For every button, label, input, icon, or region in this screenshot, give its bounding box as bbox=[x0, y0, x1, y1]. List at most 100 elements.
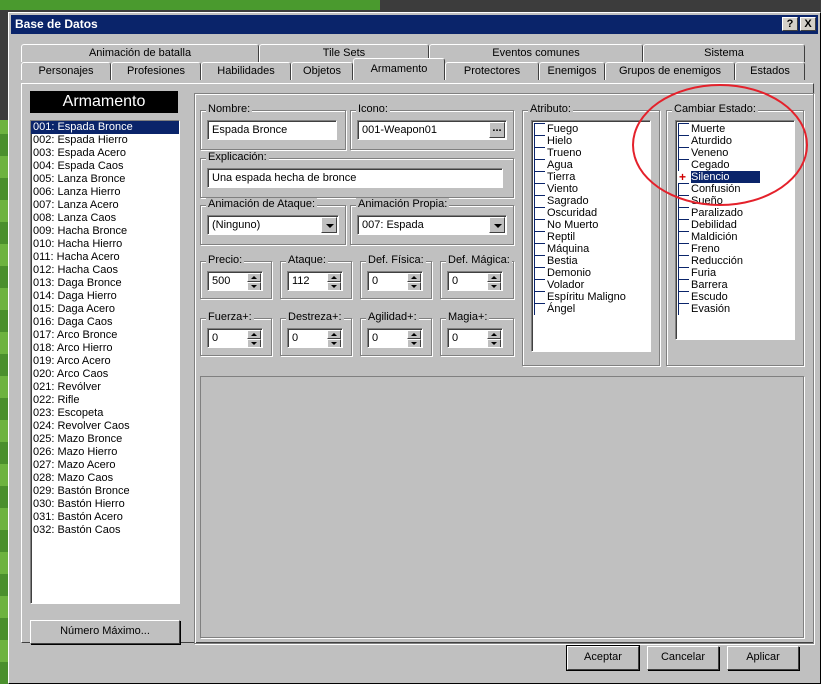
agilidad-input[interactable]: 0 bbox=[367, 328, 423, 348]
help-button[interactable]: ? bbox=[782, 17, 798, 31]
checkbox-icon[interactable] bbox=[534, 171, 545, 183]
spin-up-icon[interactable] bbox=[407, 273, 421, 282]
ataque-input[interactable]: 112 bbox=[287, 271, 343, 291]
atributo-item[interactable]: Ángel bbox=[532, 303, 650, 315]
atributo-item[interactable]: Viento bbox=[532, 183, 650, 195]
def-magica-input[interactable]: 0 bbox=[447, 271, 503, 291]
weapon-list[interactable]: 001: Espada Bronce 002: Espada Hierro 003:… bbox=[30, 120, 180, 604]
weapon-list-item[interactable]: 026: Mazo Hierro bbox=[31, 446, 179, 459]
checkbox-icon[interactable] bbox=[678, 255, 689, 267]
weapon-list-item[interactable]: 017: Arco Bronce bbox=[31, 329, 179, 342]
weapon-list-item[interactable]: 012: Hacha Caos bbox=[31, 264, 179, 277]
spin-up-icon[interactable] bbox=[247, 330, 261, 339]
checkbox-icon[interactable] bbox=[678, 207, 689, 219]
weapon-list-item[interactable]: 002: Espada Hierro bbox=[31, 134, 179, 147]
weapon-list-item[interactable]: 001: Espada Bronce bbox=[31, 121, 179, 134]
weapon-list-item[interactable]: 015: Daga Acero bbox=[31, 303, 179, 316]
weapon-list-item[interactable]: 008: Lanza Caos bbox=[31, 212, 179, 225]
checkbox-icon[interactable] bbox=[534, 303, 545, 315]
tab-grupos-enemigos[interactable]: Grupos de enemigos bbox=[605, 62, 735, 80]
destreza-input[interactable]: 0 bbox=[287, 328, 343, 348]
estado-item[interactable]: Barrera bbox=[676, 279, 794, 291]
spin-down-icon[interactable] bbox=[327, 282, 341, 290]
tab-enemigos[interactable]: Enemigos bbox=[539, 62, 605, 80]
weapon-list-item[interactable]: 013: Daga Bronce bbox=[31, 277, 179, 290]
weapon-list-item[interactable]: 030: Bastón Hierro bbox=[31, 498, 179, 511]
checkbox-icon[interactable] bbox=[678, 231, 689, 243]
weapon-list-item[interactable]: 022: Rifle bbox=[31, 394, 179, 407]
weapon-list-item[interactable]: 016: Daga Caos bbox=[31, 316, 179, 329]
weapon-list-item[interactable]: 029: Bastón Bronce bbox=[31, 485, 179, 498]
aceptar-button[interactable]: Aceptar bbox=[566, 645, 640, 671]
weapon-list-item[interactable]: 007: Lanza Acero bbox=[31, 199, 179, 212]
spin-down-icon[interactable] bbox=[327, 339, 341, 347]
estado-item[interactable]: Paralizado bbox=[676, 207, 794, 219]
spin-down-icon[interactable] bbox=[247, 282, 261, 290]
icono-input[interactable]: 001-Weapon01 ... bbox=[357, 120, 507, 140]
fuerza-input[interactable]: 0 bbox=[207, 328, 263, 348]
estado-item[interactable]: Reducción bbox=[676, 255, 794, 267]
atributo-item[interactable]: Máquina bbox=[532, 243, 650, 255]
atributo-item[interactable]: Fuego bbox=[532, 123, 650, 135]
checkbox-icon[interactable] bbox=[678, 291, 689, 303]
checkbox-icon[interactable] bbox=[534, 279, 545, 291]
tab-objetos[interactable]: Objetos bbox=[291, 62, 353, 80]
spin-up-icon[interactable] bbox=[407, 330, 421, 339]
weapon-list-item[interactable]: 009: Hacha Bronce bbox=[31, 225, 179, 238]
close-button[interactable]: X bbox=[800, 17, 816, 31]
weapon-list-item[interactable]: 005: Lanza Bronce bbox=[31, 173, 179, 186]
atributo-item[interactable]: Espíritu Maligno bbox=[532, 291, 650, 303]
checkbox-icon[interactable] bbox=[678, 303, 689, 315]
checkbox-icon[interactable] bbox=[534, 231, 545, 243]
explicacion-input[interactable]: Una espada hecha de bronce bbox=[207, 168, 503, 188]
weapon-list-item[interactable]: 014: Daga Hierro bbox=[31, 290, 179, 303]
spin-up-icon[interactable] bbox=[487, 330, 501, 339]
checkbox-icon[interactable] bbox=[534, 147, 545, 159]
anim-propia-select[interactable]: 007: Espada bbox=[357, 215, 507, 235]
atributo-item[interactable]: Bestia bbox=[532, 255, 650, 267]
spin-up-icon[interactable] bbox=[327, 273, 341, 282]
spin-down-icon[interactable] bbox=[487, 339, 501, 347]
weapon-list-item[interactable]: 021: Revólver bbox=[31, 381, 179, 394]
atributo-item[interactable]: Demonio bbox=[532, 267, 650, 279]
chevron-down-icon[interactable] bbox=[489, 217, 505, 233]
tab-sistema[interactable]: Sistema bbox=[643, 44, 805, 62]
spin-down-icon[interactable] bbox=[247, 339, 261, 347]
checkbox-icon[interactable] bbox=[534, 207, 545, 219]
estado-item[interactable]: Maldición bbox=[676, 231, 794, 243]
weapon-list-item[interactable]: 024: Revolver Caos bbox=[31, 420, 179, 433]
atributo-item[interactable]: Agua bbox=[532, 159, 650, 171]
weapon-list-item[interactable]: 003: Espada Acero bbox=[31, 147, 179, 160]
tab-habilidades[interactable]: Habilidades bbox=[201, 62, 291, 80]
tab-armamento[interactable]: Armamento bbox=[353, 58, 445, 80]
atributo-item[interactable]: Oscuridad bbox=[532, 207, 650, 219]
checkbox-icon[interactable] bbox=[534, 159, 545, 171]
nombre-input[interactable]: Espada Bronce bbox=[207, 120, 337, 140]
weapon-list-item[interactable]: 019: Arco Acero bbox=[31, 355, 179, 368]
def-fisica-input[interactable]: 0 bbox=[367, 271, 423, 291]
numero-maximo-button[interactable]: Número Máximo... bbox=[30, 620, 180, 644]
magia-input[interactable]: 0 bbox=[447, 328, 503, 348]
spin-down-icon[interactable] bbox=[407, 282, 421, 290]
tab-profesiones[interactable]: Profesiones bbox=[111, 62, 201, 80]
tab-personajes[interactable]: Personajes bbox=[21, 62, 111, 80]
weapon-list-item[interactable]: 006: Lanza Hierro bbox=[31, 186, 179, 199]
checkbox-icon[interactable] bbox=[534, 183, 545, 195]
icono-browse-button[interactable]: ... bbox=[489, 122, 505, 138]
tab-animacion-batalla[interactable]: Animación de batalla bbox=[21, 44, 259, 62]
chevron-down-icon[interactable] bbox=[321, 217, 337, 233]
weapon-list-item[interactable]: 031: Bastón Acero bbox=[31, 511, 179, 524]
estado-item[interactable]: Escudo bbox=[676, 291, 794, 303]
checkbox-icon[interactable] bbox=[678, 219, 689, 231]
tab-protectores[interactable]: Protectores bbox=[445, 62, 539, 80]
checkbox-icon[interactable] bbox=[534, 219, 545, 231]
weapon-list-item[interactable]: 023: Escopeta bbox=[31, 407, 179, 420]
atributo-item[interactable]: Sagrado bbox=[532, 195, 650, 207]
spin-up-icon[interactable] bbox=[247, 273, 261, 282]
estado-item[interactable]: Furia bbox=[676, 267, 794, 279]
cancelar-button[interactable]: Cancelar bbox=[647, 646, 719, 670]
estado-item[interactable]: Evasión bbox=[676, 303, 794, 315]
spin-down-icon[interactable] bbox=[487, 282, 501, 290]
aplicar-button[interactable]: Aplicar bbox=[727, 646, 799, 670]
checkbox-icon[interactable] bbox=[534, 267, 545, 279]
